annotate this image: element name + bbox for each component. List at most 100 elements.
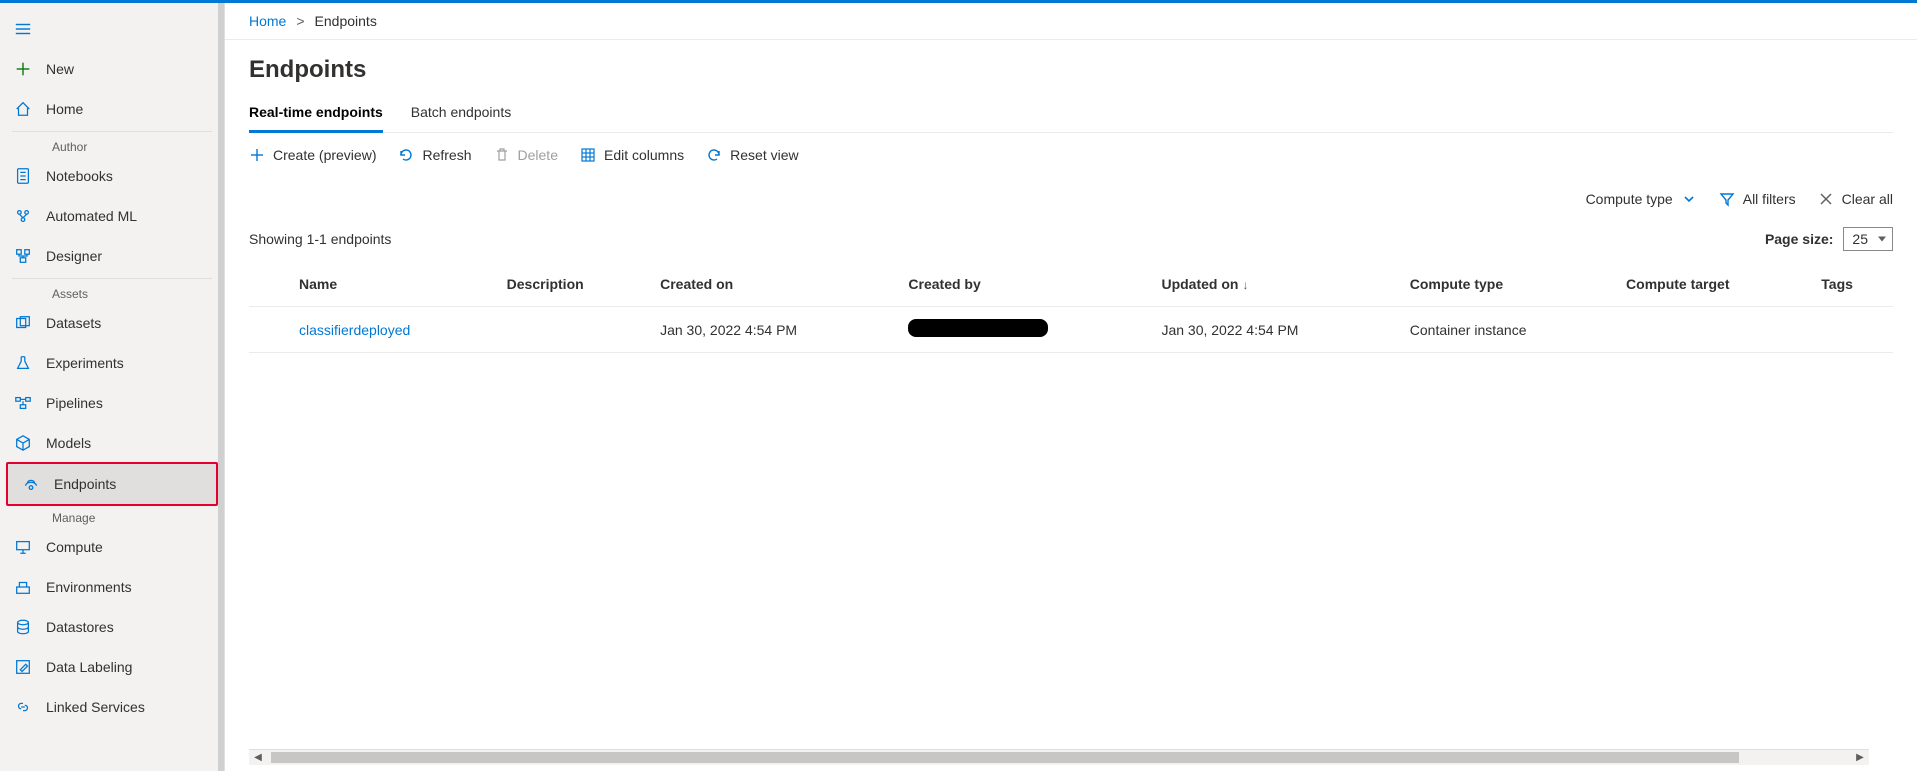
sidebar-new[interactable]: New (0, 49, 224, 89)
sidebar-datastores[interactable]: Datastores (0, 607, 224, 647)
list-meta-row: Showing 1-1 endpoints Page size: 25 (249, 213, 1893, 261)
sidebar-item-label: Data Labeling (46, 659, 132, 675)
toolbar-label: Create (preview) (273, 147, 376, 163)
toolbar-label: Refresh (422, 147, 471, 163)
sidebar-item-label: Experiments (46, 355, 124, 371)
sidebar-item-label: Linked Services (46, 699, 145, 715)
hamburger-icon (14, 20, 32, 38)
sidebar: New Home Author Notebooks Automated ML (0, 3, 225, 771)
cell-created-by (898, 307, 1151, 353)
column-updated-on[interactable]: Updated on ↓ (1151, 261, 1399, 307)
column-description[interactable]: Description (497, 261, 650, 307)
scroll-left-arrow-icon[interactable]: ◀ (249, 750, 267, 765)
sidebar-designer[interactable]: Designer (0, 236, 224, 276)
close-icon (1818, 191, 1834, 207)
filter-label: All filters (1743, 191, 1796, 207)
sidebar-endpoints[interactable]: Endpoints (8, 464, 216, 504)
circle-checkbox-icon (259, 273, 277, 291)
sidebar-experiments[interactable]: Experiments (0, 343, 224, 383)
trash-icon (494, 147, 510, 163)
sidebar-environments[interactable]: Environments (0, 567, 224, 607)
column-name[interactable]: Name (289, 261, 497, 307)
toolbar-label: Reset view (730, 147, 798, 163)
page-size-label: Page size: (1765, 231, 1833, 247)
page-size-value: 25 (1852, 231, 1868, 247)
create-button[interactable]: Create (preview) (249, 147, 376, 163)
monitor-icon (14, 538, 32, 556)
sidebar-item-label: Pipelines (46, 395, 103, 411)
edit-columns-button[interactable]: Edit columns (580, 147, 684, 163)
column-compute-target[interactable]: Compute target (1616, 261, 1811, 307)
tab-realtime-endpoints[interactable]: Real-time endpoints (249, 94, 383, 132)
breadcrumb-separator: > (296, 13, 304, 29)
filter-label: Compute type (1586, 191, 1673, 207)
main-content: Home > Endpoints Endpoints Real-time end… (225, 3, 1917, 771)
page-title: Endpoints (249, 56, 1893, 84)
sidebar-pipelines[interactable]: Pipelines (0, 383, 224, 423)
notebook-icon (14, 167, 32, 185)
refresh-button[interactable]: Refresh (398, 147, 471, 163)
cube-icon (14, 434, 32, 452)
endpoint-link[interactable]: classifierdeployed (299, 322, 410, 338)
undo-icon (706, 147, 722, 163)
sidebar-item-label: Models (46, 435, 91, 451)
datasets-icon (14, 314, 32, 332)
sidebar-item-label: Datastores (46, 619, 114, 635)
column-label: Updated on (1161, 276, 1238, 292)
cell-name: classifierdeployed (289, 307, 497, 353)
sidebar-automated-ml[interactable]: Automated ML (0, 196, 224, 236)
cell-tags (1811, 307, 1893, 353)
cell-updated-on: Jan 30, 2022 4:54 PM (1151, 307, 1399, 353)
endpoints-table: Name Description Created on Created by U… (249, 261, 1893, 353)
scroll-thumb[interactable] (271, 752, 1739, 763)
sort-down-icon: ↓ (1242, 278, 1248, 292)
tab-batch-endpoints[interactable]: Batch endpoints (411, 94, 511, 132)
sidebar-notebooks[interactable]: Notebooks (0, 156, 224, 196)
home-icon (14, 100, 32, 118)
link-icon (14, 698, 32, 716)
reset-view-button[interactable]: Reset view (706, 147, 798, 163)
horizontal-scrollbar[interactable]: ◀ ▶ (249, 749, 1869, 765)
tabs: Real-time endpoints Batch endpoints (249, 94, 1893, 133)
sidebar-item-label: Compute (46, 539, 103, 555)
filter-label: Clear all (1842, 191, 1893, 207)
sidebar-group-author: Author (0, 134, 224, 156)
toolbar-label: Edit columns (604, 147, 684, 163)
compute-type-filter[interactable]: Compute type (1586, 191, 1697, 207)
sidebar-datasets[interactable]: Datasets (0, 303, 224, 343)
page-size-select[interactable]: 25 (1843, 227, 1893, 251)
breadcrumb-home[interactable]: Home (249, 13, 286, 29)
table-container: Name Description Created on Created by U… (249, 261, 1893, 749)
column-created-by[interactable]: Created by (898, 261, 1151, 307)
row-checkbox[interactable] (249, 307, 289, 353)
command-bar: Create (preview) Refresh Delete Edit col… (249, 133, 1893, 173)
all-filters-button[interactable]: All filters (1719, 191, 1796, 207)
breadcrumb: Home > Endpoints (225, 3, 1917, 40)
sidebar-compute[interactable]: Compute (0, 527, 224, 567)
annotation-highlight: Endpoints (6, 462, 218, 506)
column-tags[interactable]: Tags (1811, 261, 1893, 307)
database-icon (14, 618, 32, 636)
cell-compute-target (1616, 307, 1811, 353)
sidebar-models[interactable]: Models (0, 423, 224, 463)
sidebar-item-label: Notebooks (46, 168, 113, 184)
clear-all-button[interactable]: Clear all (1818, 191, 1893, 207)
cell-created-on: Jan 30, 2022 4:54 PM (650, 307, 898, 353)
delete-button: Delete (494, 147, 558, 163)
column-created-on[interactable]: Created on (650, 261, 898, 307)
sidebar-item-label: Endpoints (54, 476, 116, 492)
sidebar-home[interactable]: Home (0, 89, 224, 129)
table-header-row: Name Description Created on Created by U… (249, 261, 1893, 307)
column-compute-type[interactable]: Compute type (1400, 261, 1616, 307)
sidebar-data-labeling[interactable]: Data Labeling (0, 647, 224, 687)
sidebar-linked-services[interactable]: Linked Services (0, 687, 224, 727)
table-row[interactable]: classifierdeployed Jan 30, 2022 4:54 PM … (249, 307, 1893, 353)
plus-icon (14, 60, 32, 78)
column-select-all[interactable] (249, 261, 289, 307)
showing-count: Showing 1-1 endpoints (249, 231, 391, 247)
breadcrumb-current: Endpoints (315, 13, 377, 29)
scroll-right-arrow-icon[interactable]: ▶ (1851, 750, 1869, 765)
refresh-icon (398, 147, 414, 163)
circle-checkbox-icon (259, 319, 277, 337)
sidebar-hamburger[interactable] (0, 9, 224, 49)
